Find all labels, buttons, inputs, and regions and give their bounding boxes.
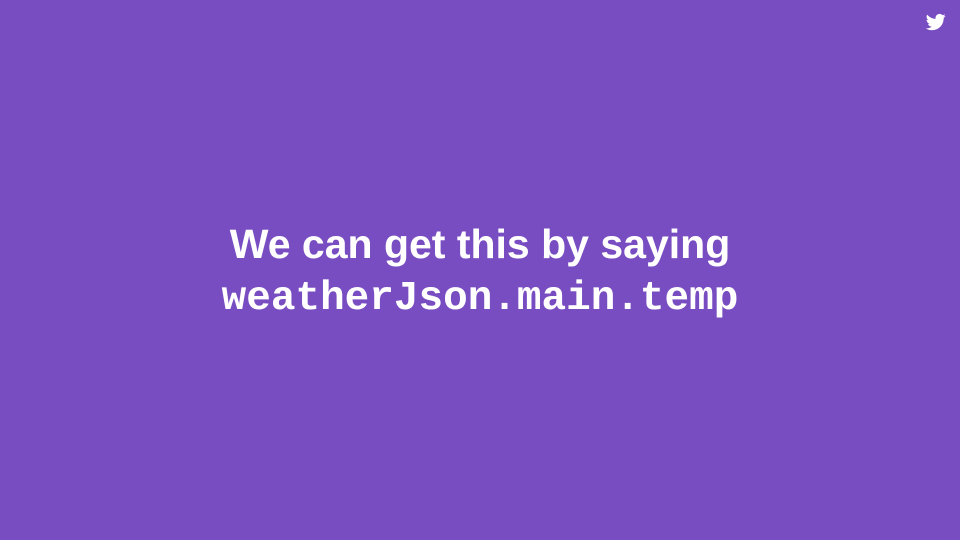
code-snippet: weatherJson.main.temp: [221, 276, 739, 322]
slide: We can get this by saying weatherJson.ma…: [0, 0, 960, 540]
slide-content: We can get this by saying weatherJson.ma…: [0, 216, 960, 326]
headline: We can get this by saying: [229, 221, 731, 267]
twitter-bird-icon: [925, 12, 947, 32]
